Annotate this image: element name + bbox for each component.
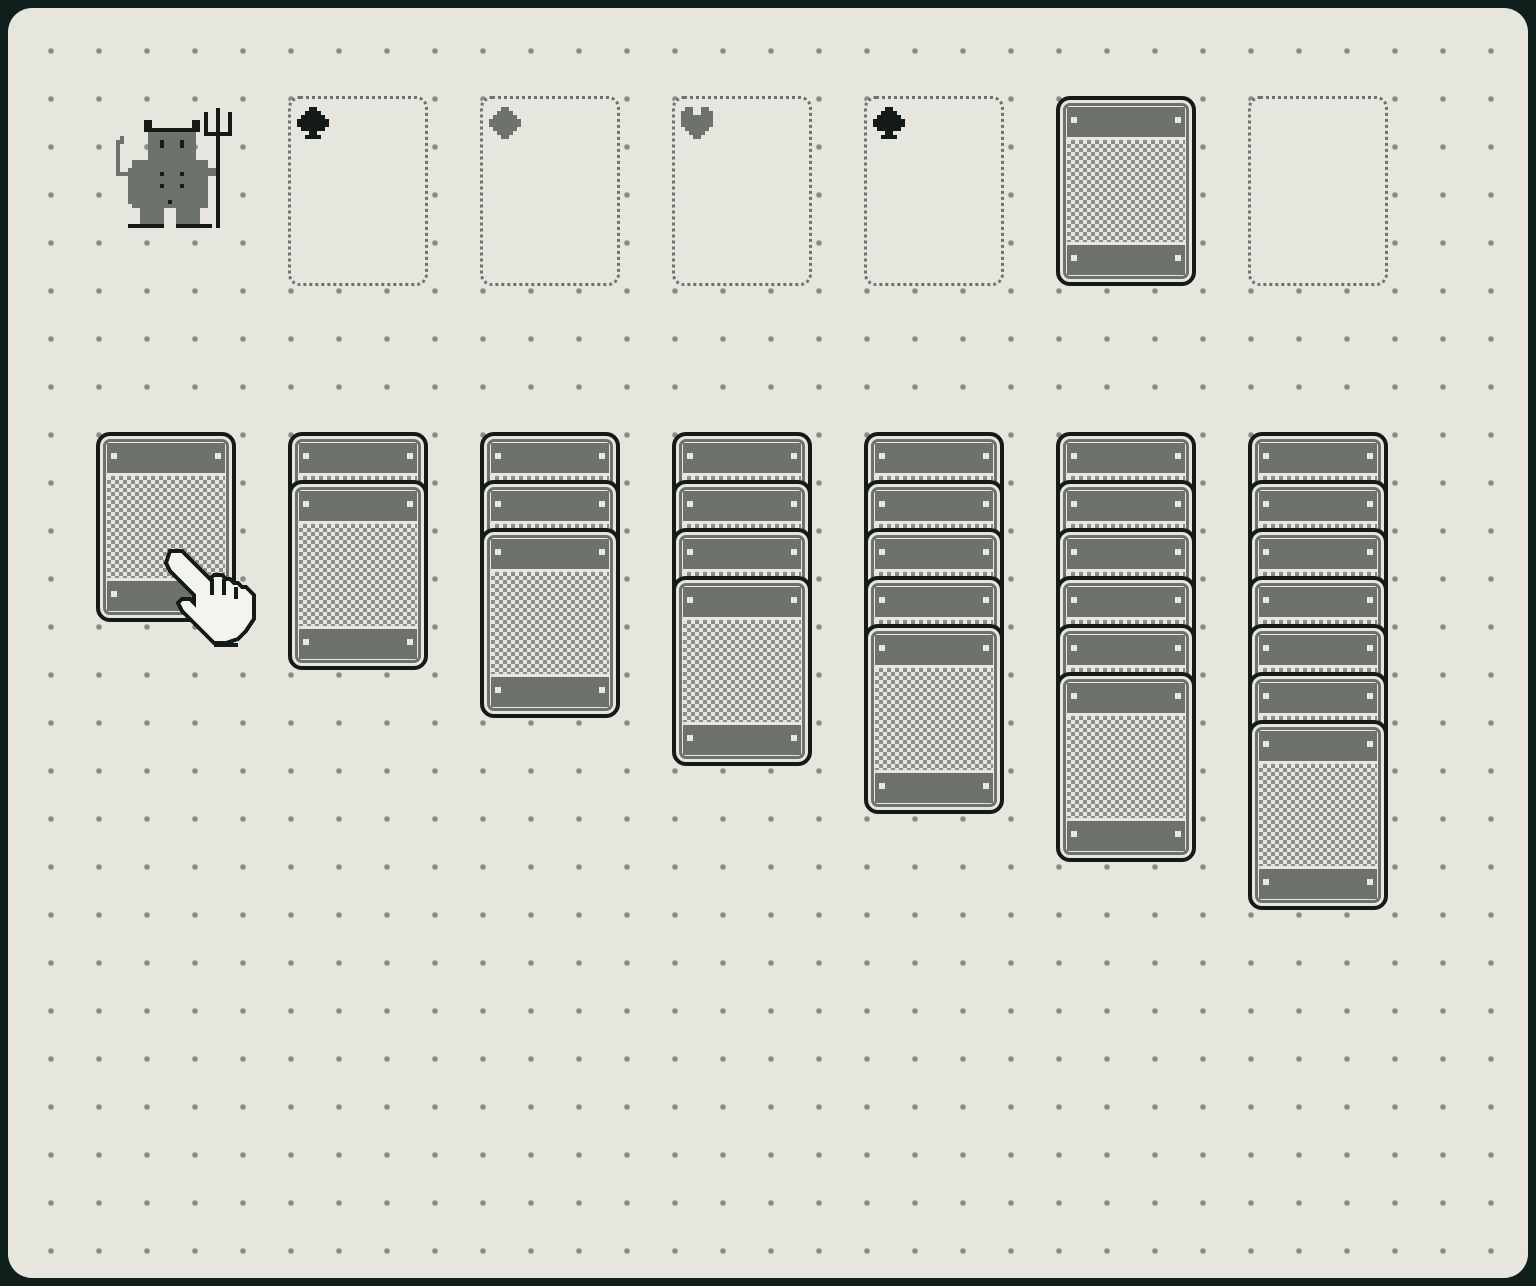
face-down-card[interactable] [672, 576, 812, 766]
card-back-band [1259, 443, 1377, 473]
card-back-band [299, 629, 417, 659]
card-back-pattern [875, 668, 993, 770]
card-back-band [299, 491, 417, 521]
diamond-icon [489, 107, 521, 139]
game-board [8, 8, 1528, 1278]
card-back-band [1259, 869, 1377, 899]
card-back-pattern [1259, 764, 1377, 866]
card-back-band [1067, 635, 1185, 665]
card-back-band [875, 443, 993, 473]
heart-icon [681, 107, 713, 139]
face-down-card[interactable] [288, 480, 428, 670]
card-back-band [875, 773, 993, 803]
card-back-band [1067, 587, 1185, 617]
card-back-band [683, 539, 801, 569]
face-down-card[interactable] [864, 624, 1004, 814]
card-back-band [491, 539, 609, 569]
spade-icon [873, 107, 905, 139]
pointing-hand-cursor-icon [163, 549, 256, 647]
card-back-band [683, 587, 801, 617]
card-back-band [1259, 587, 1377, 617]
card-back-band [683, 491, 801, 521]
card-back-band [875, 635, 993, 665]
card-back-band [1067, 539, 1185, 569]
card-back-pattern [1067, 140, 1185, 242]
card-back-band [683, 725, 801, 755]
card-back-band [1259, 635, 1377, 665]
card-back-band [875, 491, 993, 521]
face-down-card[interactable] [1248, 720, 1388, 910]
card-back-band [875, 587, 993, 617]
card-back-pattern [299, 524, 417, 626]
card-back-band [491, 443, 609, 473]
card-back-band [1067, 443, 1185, 473]
card-back-band [1259, 539, 1377, 569]
card-back-band [107, 443, 225, 473]
card-back-band [1259, 683, 1377, 713]
foundation-spades[interactable] [864, 96, 1004, 286]
card-back-band [491, 677, 609, 707]
card-back-band [1067, 491, 1185, 521]
card-back-band [1259, 731, 1377, 761]
face-down-card[interactable] [1056, 96, 1196, 286]
face-down-card[interactable] [480, 528, 620, 718]
card-back-band [1067, 107, 1185, 137]
club-icon [297, 107, 329, 139]
card-back-band [683, 443, 801, 473]
card-back-band [875, 539, 993, 569]
card-back-band [1067, 683, 1185, 713]
card-back-pattern [683, 620, 801, 722]
devil-mascot-icon [116, 108, 232, 228]
foundation-diamonds[interactable] [480, 96, 620, 286]
card-back-band [1067, 821, 1185, 851]
stock-pile[interactable] [1056, 96, 1200, 296]
card-back-band [491, 491, 609, 521]
foundation-clubs[interactable] [288, 96, 428, 286]
waste-pile[interactable] [1248, 96, 1388, 286]
foundation-hearts[interactable] [672, 96, 812, 286]
card-back-pattern [1067, 716, 1185, 818]
face-down-card[interactable] [1056, 672, 1196, 862]
card-back-pattern [491, 572, 609, 674]
card-back-band [299, 443, 417, 473]
card-back-band [1067, 245, 1185, 275]
card-back-band [1259, 491, 1377, 521]
